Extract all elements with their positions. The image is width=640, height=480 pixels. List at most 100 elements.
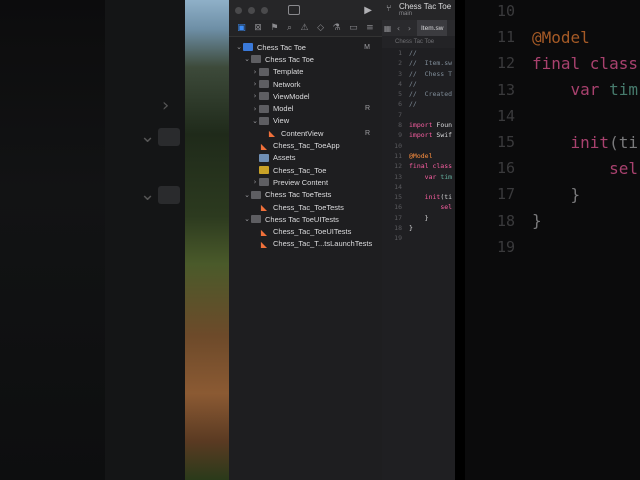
sidebar-toggle-icon[interactable] [288, 5, 300, 15]
code-line: 12 final class [382, 162, 455, 172]
project-title[interactable]: Chess Tac Toe [399, 2, 451, 11]
tree-item[interactable]: ◣ Chess_Tac_T...tsLaunchTests [229, 238, 382, 250]
chevron-right-icon[interactable]: › [251, 80, 259, 88]
diamond-icon[interactable]: ◇ [317, 23, 324, 33]
chevron-down-icon[interactable]: ⌄ [235, 43, 243, 51]
tree-item[interactable]: ⌄ View [229, 115, 382, 127]
chevron-down-icon[interactable]: ⌄ [251, 117, 259, 125]
chevron-down-icon[interactable]: ⌄ [243, 191, 251, 199]
swift-icon: ◣ [260, 141, 268, 151]
code-token: // Item.sw [409, 59, 453, 68]
folder-icon [251, 215, 261, 224]
x-square-icon[interactable]: ⊠ [254, 23, 262, 33]
tree-item-label: Network [273, 79, 301, 89]
chevron-right-icon: › [162, 95, 170, 116]
code-line: 14 [382, 183, 455, 193]
code-token: var [424, 172, 441, 181]
chevron-right-icon[interactable]: › [251, 68, 259, 76]
folder-icon [259, 116, 269, 125]
code-line: 12 final class [465, 50, 638, 76]
tree-item[interactable]: Chess_Tac_Toe [229, 164, 382, 176]
code-line: 4 // [382, 80, 455, 90]
search-icon[interactable]: ⌕ [287, 23, 292, 33]
close-window-button[interactable] [235, 6, 242, 14]
code-line: 14 [465, 103, 532, 129]
code-token: (ti [440, 193, 453, 202]
code-line: 13 var tim [465, 77, 638, 103]
line-number: 12 [394, 162, 402, 171]
forward-icon[interactable]: › [404, 24, 415, 33]
spray-icon[interactable]: ⚗ [333, 23, 341, 33]
jump-bar[interactable]: Chess Tac Toe [382, 36, 455, 48]
speech-icon[interactable]: ▭ [349, 23, 358, 33]
line-number: 15 [496, 133, 515, 151]
file-tab[interactable]: Item.sw [417, 20, 448, 36]
project-navigator: ▶ ▣ ⊠ ⚑ ⌕ ⚠ ◇ ⚗ ▭ ≡ ⌄ Chess Tac Toe M ⌄ Chess Tac To… [229, 0, 383, 480]
back-icon[interactable]: ‹ [393, 24, 404, 33]
code-token: @Model [409, 151, 433, 160]
tree-item[interactable]: › Model R [229, 102, 382, 114]
tree-item[interactable]: ⌄ Chess Tac Toe [229, 53, 382, 65]
branch-icon[interactable]: ⑂ [386, 4, 391, 14]
code-token: // [409, 79, 417, 88]
code-line: 11 @Model [465, 24, 590, 50]
tree-item[interactable]: ◣ Chess_Tac_ToeUITests [229, 225, 382, 237]
zoom-window-button[interactable] [261, 6, 268, 14]
chevron-right-icon[interactable]: › [251, 92, 259, 100]
tree-item-label: Chess_Tac_Toe [273, 165, 327, 175]
line-number: 19 [394, 234, 402, 243]
blurred-background: › ⌄ ⌄ [0, 0, 185, 480]
code-token: Swif [436, 131, 453, 140]
tree-item[interactable]: ⌄ Chess Tac ToeUITests [229, 213, 382, 225]
wallpaper-photo [185, 0, 229, 480]
entitlements-icon [259, 166, 269, 175]
tree-item[interactable]: Assets [229, 152, 382, 164]
tree-item[interactable]: ◣ Chess_Tac_ToeTests [229, 201, 382, 213]
code-line: 6 // [382, 100, 455, 110]
list-icon[interactable]: ≡ [366, 23, 374, 33]
chevron-right-icon[interactable]: › [251, 105, 259, 113]
line-number: 3 [398, 69, 402, 78]
chevron-down-icon: ⌄ [140, 126, 156, 147]
bookmark-icon[interactable]: ⚑ [270, 23, 278, 33]
line-number: 13 [394, 172, 402, 181]
chevron-down-icon[interactable]: ⌄ [243, 215, 251, 223]
line-number: 17 [394, 213, 402, 222]
run-button[interactable]: ▶ [364, 5, 372, 16]
code-token: // [409, 49, 417, 57]
code-line: 18} [465, 208, 542, 234]
code-area[interactable]: 1//2// Item.sw 3// Chess T 4//5// Created 6… [382, 48, 455, 245]
code-token: } [532, 184, 581, 204]
code-line: 15 init (ti [465, 129, 638, 155]
tree-item[interactable]: › Network [229, 78, 382, 90]
tree-item[interactable]: ◣ ContentView R [229, 127, 382, 139]
folder-icon [259, 67, 269, 76]
grid-icon[interactable]: ▦ [382, 24, 393, 33]
tree-item[interactable]: ⌄ Chess Tac ToeTests [229, 189, 382, 201]
tree-item[interactable]: ⌄ Chess Tac Toe M [229, 41, 382, 53]
tree-item[interactable]: ◣ Chess_Tac_ToeApp [229, 139, 382, 151]
line-number: 16 [394, 203, 402, 212]
tree-item[interactable]: › Preview Content [229, 176, 382, 188]
warning-icon[interactable]: ⚠ [301, 23, 309, 33]
swift-icon: ◣ [268, 129, 276, 139]
tree-item-label: Template [273, 67, 304, 77]
tree-item[interactable]: › ViewModel [229, 90, 382, 102]
folder-icon[interactable]: ▣ [237, 23, 246, 33]
line-number: 2 [398, 59, 402, 68]
tree-item-label: Chess Tac ToeUITests [265, 214, 339, 224]
tree-item-label: ViewModel [273, 91, 310, 101]
minimize-window-button[interactable] [248, 6, 255, 14]
code-line: 18} [382, 224, 455, 234]
code-line: 5 // Created [382, 90, 455, 100]
chevron-right-icon[interactable]: › [251, 178, 259, 186]
code-token: } [409, 213, 429, 222]
branch-name[interactable]: main [399, 11, 412, 17]
tree-item[interactable]: › Template [229, 66, 382, 78]
chevron-down-icon[interactable]: ⌄ [243, 55, 251, 63]
navigator-tab-bar: ▣ ⊠ ⚑ ⌕ ⚠ ◇ ⚗ ▭ ≡ [229, 20, 382, 37]
editor-tab-bar: ▦ ‹ › Item.sw [382, 20, 455, 36]
code-editor: ⑂ Chess Tac Toe main ▦ ‹ › Item.sw Chess… [382, 0, 455, 480]
line-number: 11 [496, 28, 515, 47]
